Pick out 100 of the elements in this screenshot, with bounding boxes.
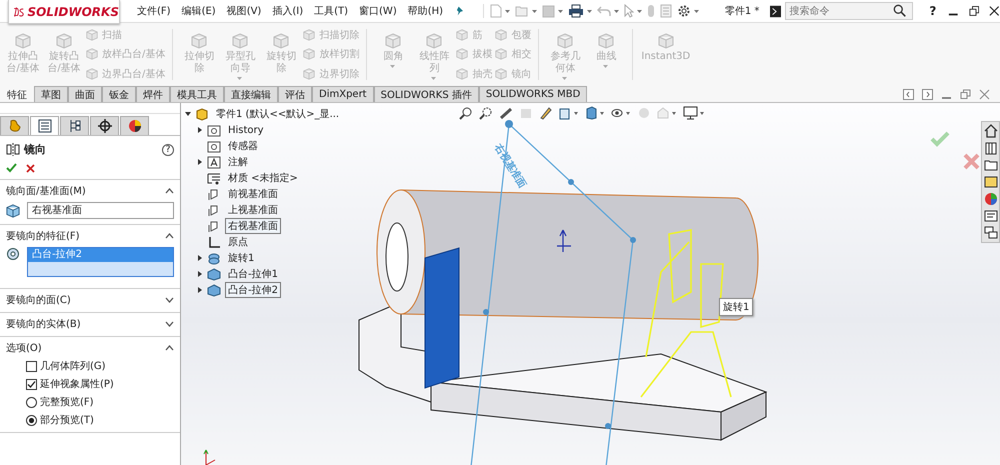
caret-icon[interactable]	[614, 10, 619, 12]
ribbon-tab[interactable]: 评估	[278, 86, 312, 102]
caret-icon[interactable]	[694, 10, 699, 12]
section-title[interactable]: 要镜向的面(C)	[6, 293, 71, 307]
cube-icon	[456, 48, 468, 60]
checkbox[interactable]	[26, 378, 37, 390]
panel-tab[interactable]	[90, 116, 119, 135]
section-title[interactable]: 镜向面/基准面(M)	[6, 184, 86, 198]
close-icon[interactable]	[989, 5, 1000, 17]
menu-item[interactable]: 插入(I)	[269, 2, 306, 20]
panel-left-icon[interactable]	[903, 88, 914, 100]
checkbox[interactable]	[26, 360, 37, 372]
settings-icon[interactable]	[676, 4, 691, 18]
section-title[interactable]: 要镜向的实体(B)	[6, 317, 81, 331]
cube-icon	[385, 33, 402, 49]
selection-field[interactable]: 右视基准面	[27, 202, 174, 219]
ribbon-tab[interactable]: SOLIDWORKS MBD	[478, 86, 588, 102]
chevron-down-icon[interactable]	[165, 321, 174, 327]
pin-icon[interactable]	[456, 5, 465, 17]
tree-item[interactable]: 材质 <未指定>	[225, 170, 301, 186]
tree-item[interactable]: History	[225, 124, 267, 136]
caret-icon[interactable]	[558, 10, 563, 12]
parts-library-icon[interactable]	[984, 141, 998, 155]
caret-icon[interactable]	[532, 10, 537, 12]
ribbon-tab[interactable]: 直接编辑	[224, 86, 278, 102]
tree-item[interactable]: 注解	[225, 154, 251, 170]
monitor-icon[interactable]	[683, 106, 705, 120]
tree-item[interactable]: 右视基准面	[225, 218, 281, 234]
zoom-area-icon[interactable]	[479, 106, 493, 120]
tree-item[interactable]: 旋转1	[225, 250, 258, 266]
chevron-up-icon[interactable]	[165, 233, 174, 239]
ribbon-tab[interactable]: DimXpert	[312, 86, 374, 102]
help-button[interactable]: ?	[162, 144, 174, 156]
radio-button[interactable]	[26, 396, 37, 408]
caret-icon[interactable]	[504, 10, 510, 12]
dynamic-annotation-icon[interactable]	[539, 106, 553, 120]
view-orientation-icon[interactable]	[559, 106, 579, 120]
menu-item[interactable]: 视图(V)	[224, 2, 264, 20]
confirm-icon[interactable]	[6, 163, 17, 173]
help-button[interactable]: ?	[929, 4, 936, 18]
caret-icon[interactable]	[636, 10, 642, 12]
eye-icon[interactable]	[611, 106, 631, 120]
folder-icon[interactable]	[984, 158, 998, 172]
panel-right-icon[interactable]	[922, 88, 933, 100]
sensor-icon	[207, 140, 221, 152]
search-field[interactable]: 搜索命令	[785, 2, 914, 20]
expand-arrow-icon[interactable]	[197, 287, 203, 293]
panel-tab[interactable]	[120, 116, 149, 135]
tree-root[interactable]: 零件1 (默认<<默认>_显...	[213, 106, 342, 122]
expand-arrow-icon[interactable]	[197, 127, 203, 133]
menu-item[interactable]: 编辑(E)	[178, 2, 219, 20]
tree-item[interactable]: 传感器	[225, 138, 261, 154]
radio-label[interactable]: 部分预览(T)	[40, 413, 94, 427]
expand-arrow-icon[interactable]	[185, 111, 191, 117]
caret-icon[interactable]	[586, 10, 592, 12]
cancel-icon[interactable]	[26, 164, 35, 172]
restore-icon[interactable]	[968, 5, 980, 17]
section-title[interactable]: 要镜向的特征(F)	[6, 229, 80, 243]
home-icon[interactable]	[984, 124, 998, 138]
custom-properties-icon[interactable]	[984, 209, 998, 223]
display-style-icon[interactable]	[585, 106, 605, 120]
zoom-fit-icon[interactable]	[459, 106, 473, 120]
ribbon-tab[interactable]: 钣金	[102, 86, 136, 102]
ribbon-tab[interactable]: 模具工具	[170, 86, 224, 102]
menu-item[interactable]: 文件(F)	[134, 2, 174, 20]
panel-tab[interactable]	[60, 116, 89, 135]
checkbox-label[interactable]: 几何体阵列(G)	[40, 359, 106, 373]
chevron-up-icon[interactable]	[165, 345, 174, 351]
chevron-down-icon[interactable]	[165, 297, 174, 303]
printer-icon[interactable]	[568, 4, 584, 18]
tree-item[interactable]: 前视基准面	[225, 186, 281, 202]
view-palette-icon[interactable]	[984, 175, 998, 189]
logo-text: SOLIDWORKS	[27, 4, 119, 18]
menu-item[interactable]: 窗口(W)	[356, 2, 400, 20]
ribbon-tab[interactable]: 草图	[34, 86, 68, 102]
menu-item[interactable]: 帮助(H)	[404, 2, 446, 20]
forum-icon[interactable]	[984, 226, 998, 240]
cube-icon	[15, 33, 31, 49]
part-icon	[195, 108, 209, 120]
tree-item[interactable]: 上视基准面	[225, 202, 281, 218]
section-title[interactable]: 选项(O)	[6, 341, 42, 355]
feature-title: 镜向	[24, 142, 47, 157]
menu-item[interactable]: 工具(T)	[311, 2, 352, 20]
scene-icon[interactable]	[657, 106, 677, 120]
checkbox-label[interactable]: 延伸视象属性(P)	[40, 377, 114, 391]
tree-item[interactable]: 凸台-拉伸2	[225, 282, 281, 298]
expand-arrow-icon[interactable]	[197, 271, 203, 277]
tree-item[interactable]: 凸台-拉伸1	[225, 266, 281, 282]
tree-item[interactable]: 原点	[225, 234, 251, 250]
chevron-up-icon[interactable]	[165, 188, 174, 194]
radio-button[interactable]	[26, 414, 37, 426]
ribbon-tab[interactable]: 焊件	[136, 86, 170, 102]
color-sphere-icon[interactable]	[984, 192, 998, 206]
cube-icon	[303, 68, 316, 80]
ribbon-tab[interactable]: SOLIDWORKS 插件	[374, 86, 479, 102]
expand-arrow-icon[interactable]	[197, 159, 203, 165]
panel-tab[interactable]	[30, 116, 59, 135]
radio-label[interactable]: 完整预览(F)	[40, 395, 94, 409]
ribbon-tab[interactable]: 曲面	[68, 86, 102, 102]
expand-arrow-icon[interactable]	[197, 255, 203, 261]
